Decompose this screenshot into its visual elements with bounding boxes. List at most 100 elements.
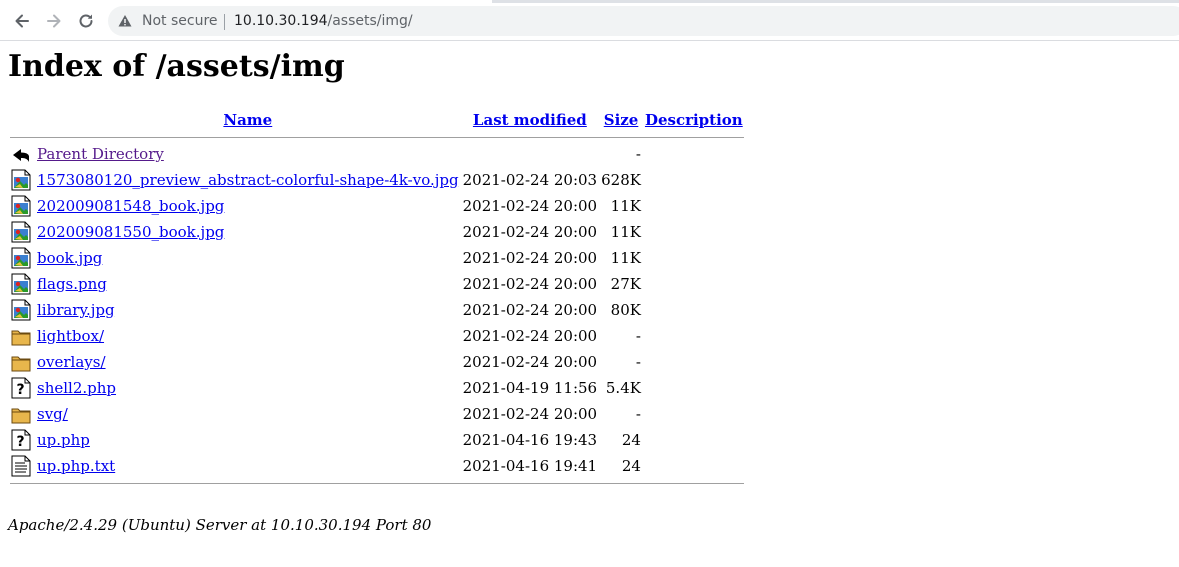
address-bar[interactable]: Not secure 10.10.30.194/assets/img/ — [108, 6, 1179, 36]
file-link[interactable]: up.php.txt — [37, 457, 115, 475]
url-path: /assets/img/ — [327, 13, 413, 29]
description-cell — [644, 324, 744, 348]
arrow-left-icon — [12, 11, 32, 31]
table-row: ? up.php 2021-04-16 19:43 24 — [10, 428, 744, 452]
size-cell: 11K — [610, 223, 641, 241]
unknown-file-icon: ? — [10, 376, 34, 400]
file-link[interactable]: overlays/ — [37, 353, 106, 371]
modified-cell: 2021-02-24 20:00 — [462, 327, 598, 345]
back-button[interactable] — [12, 11, 32, 31]
security-status[interactable]: Not secure — [142, 13, 218, 29]
file-link[interactable]: svg/ — [37, 405, 68, 423]
image-icon — [10, 168, 34, 192]
size-cell: 24 — [621, 431, 641, 449]
modified-cell: 2021-02-24 20:00 — [462, 405, 598, 423]
description-cell — [644, 246, 744, 270]
modified-cell: 2021-04-19 11:56 — [462, 379, 598, 397]
icon-header — [10, 108, 34, 132]
modified-cell: 2021-02-24 20:03 — [462, 171, 598, 189]
name-header: Name — [36, 108, 460, 132]
divider — [10, 482, 744, 484]
footer-rule-row — [10, 480, 744, 486]
file-link[interactable]: 202009081550_book.jpg — [37, 223, 224, 241]
size-cell: 5.4K — [605, 379, 641, 397]
description-cell — [644, 272, 744, 296]
forward-button[interactable] — [44, 11, 64, 31]
size-cell: 11K — [610, 197, 641, 215]
folder-icon — [10, 324, 34, 348]
description-cell — [644, 168, 744, 192]
warning-icon[interactable] — [118, 14, 132, 28]
file-link[interactable]: lightbox/ — [37, 327, 104, 345]
description-cell — [644, 454, 744, 478]
size-cell: 80K — [610, 301, 641, 319]
description-cell — [644, 194, 744, 218]
reload-icon — [76, 11, 96, 31]
size-cell: 628K — [601, 171, 641, 189]
browser-toolbar: Not secure 10.10.30.194/assets/img/ — [0, 3, 1179, 41]
modified-cell: 2021-04-16 19:41 — [462, 457, 598, 475]
svg-text:?: ? — [16, 434, 24, 450]
modified-cell: 2021-02-24 20:00 — [462, 301, 598, 319]
description-cell — [644, 428, 744, 452]
sort-by-name-link[interactable]: Name — [223, 111, 272, 129]
table-row: overlays/2021-02-24 20:00 - — [10, 350, 744, 374]
parent-directory-link[interactable]: Parent Directory — [37, 145, 164, 163]
folder-icon — [10, 350, 34, 374]
server-signature: Apache/2.4.29 (Ubuntu) Server at 10.10.3… — [8, 516, 432, 534]
file-link[interactable]: 202009081548_book.jpg — [37, 197, 224, 215]
modified-cell: 2021-02-24 20:00 — [462, 197, 598, 215]
file-link[interactable]: book.jpg — [37, 249, 102, 267]
url-host: 10.10.30.194 — [234, 13, 328, 29]
text-file-icon — [10, 454, 34, 478]
image-icon — [10, 272, 34, 296]
image-icon — [10, 220, 34, 244]
description-cell — [644, 220, 744, 244]
table-row: 202009081550_book.jpg 2021-02-24 20:00 11K — [10, 220, 744, 244]
size-cell: - — [635, 327, 641, 345]
parent-directory-row: Parent Directory - — [10, 142, 744, 166]
arrow-right-icon — [44, 11, 64, 31]
table-row: 202009081548_book.jpg 2021-02-24 20:00 11K — [10, 194, 744, 218]
size-cell: - — [635, 405, 641, 423]
omnibox-divider — [224, 14, 225, 30]
table-row: svg/2021-02-24 20:00 - — [10, 402, 744, 426]
table-row: ? shell2.php 2021-04-19 11:56 5.4K — [10, 376, 744, 400]
divider — [10, 136, 744, 138]
back-arrow-icon — [10, 142, 34, 166]
image-icon — [10, 298, 34, 322]
header-rule-row — [10, 134, 744, 140]
parent-size-cell: - — [635, 145, 641, 163]
file-link[interactable]: shell2.php — [37, 379, 116, 397]
reload-button[interactable] — [76, 11, 96, 31]
sort-by-modified-link[interactable]: Last modified — [473, 111, 587, 129]
sort-by-size-link[interactable]: Size — [604, 111, 639, 129]
sort-by-description-link[interactable]: Description — [645, 111, 743, 129]
page-title: Index of /assets/img — [8, 49, 345, 84]
table-row: lightbox/2021-02-24 20:00 - — [10, 324, 744, 348]
image-icon — [10, 194, 34, 218]
modified-cell: 2021-02-24 20:00 — [462, 223, 598, 241]
modified-cell: 2021-02-24 20:00 — [462, 353, 598, 371]
description-cell — [644, 298, 744, 322]
image-icon — [10, 246, 34, 270]
file-link[interactable]: library.jpg — [37, 301, 115, 319]
svg-text:?: ? — [16, 382, 24, 398]
table-row: 1573080120_preview_abstract-colorful-sha… — [10, 168, 744, 192]
description-cell — [644, 350, 744, 374]
description-header: Description — [644, 108, 744, 132]
description-cell — [644, 376, 744, 400]
size-cell: 11K — [610, 249, 641, 267]
modified-cell: 2021-04-16 19:43 — [462, 431, 598, 449]
modified-cell: 2021-02-24 20:00 — [462, 275, 598, 293]
table-row: book.jpg 2021-02-24 20:00 11K — [10, 246, 744, 270]
file-link[interactable]: flags.png — [37, 275, 107, 293]
directory-listing: Name Last modified Size Description Pare… — [8, 106, 746, 488]
modified-header: Last modified — [462, 108, 598, 132]
file-link[interactable]: 1573080120_preview_abstract-colorful-sha… — [37, 171, 459, 189]
size-cell: - — [635, 353, 641, 371]
file-link[interactable]: up.php — [37, 431, 90, 449]
folder-icon — [10, 402, 34, 426]
url-text[interactable]: 10.10.30.194/assets/img/ — [234, 13, 413, 29]
unknown-file-icon: ? — [10, 428, 34, 452]
